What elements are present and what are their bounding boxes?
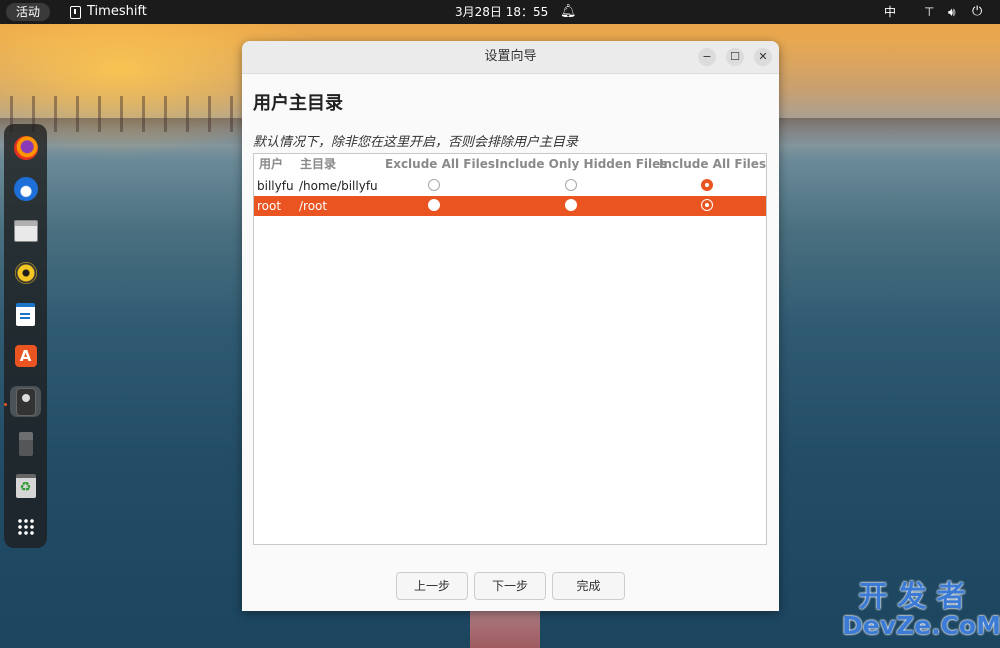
- table-header: 用户 主目录 Exclude All Files Include Only Hi…: [254, 154, 766, 175]
- close-button[interactable]: ✕: [754, 48, 772, 66]
- watermark-line2: DevZe.CoM: [842, 611, 1000, 640]
- app-menu[interactable]: Timeshift: [70, 0, 147, 24]
- dock-firefox[interactable]: [10, 132, 41, 163]
- app-center-icon: A: [14, 344, 37, 367]
- user-cell: root: [257, 199, 282, 213]
- dock-files[interactable]: [10, 215, 41, 246]
- thunderbird-icon: [13, 176, 38, 201]
- activities-button[interactable]: 活动: [6, 3, 51, 21]
- include-hidden-radio[interactable]: [565, 199, 577, 211]
- dock-rhythmbox[interactable]: [10, 257, 41, 288]
- finish-button[interactable]: 完成: [552, 572, 625, 600]
- show-apps-icon: [16, 517, 35, 536]
- user-cell: billyfu: [257, 179, 294, 193]
- volume-icon[interactable]: 🔊︎: [948, 0, 956, 24]
- column-header-exclude-all[interactable]: Exclude All Files: [385, 154, 495, 175]
- rhythmbox-icon: [14, 261, 37, 284]
- exclude-all-radio[interactable]: [428, 179, 440, 191]
- timeshift-icon: [15, 387, 36, 416]
- clock[interactable]: 3月28日 18：55: [455, 0, 548, 24]
- table-row[interactable]: billyfu /home/billyfu: [254, 176, 766, 196]
- usb-drive-icon: [18, 431, 33, 456]
- column-header-home[interactable]: 主目录: [300, 154, 336, 175]
- trash-icon: ♻: [15, 473, 36, 498]
- network-icon[interactable]: ⊤: [924, 0, 934, 24]
- dock: A ♻: [4, 124, 47, 548]
- dock-trash[interactable]: ♻: [10, 470, 41, 501]
- dock-usb-drive[interactable]: [10, 428, 41, 459]
- app-menu-label: Timeshift: [87, 4, 147, 19]
- home-cell: /home/billyfu: [299, 179, 378, 193]
- input-method-indicator[interactable]: 中: [884, 0, 896, 24]
- include-hidden-radio[interactable]: [565, 179, 577, 191]
- exclude-all-radio[interactable]: [428, 199, 440, 211]
- notification-bell-icon[interactable]: 🔔︎: [560, 0, 577, 24]
- column-header-include-all[interactable]: Include All Files: [659, 154, 766, 175]
- dock-libreoffice-writer[interactable]: [10, 299, 41, 330]
- next-button[interactable]: 下一步: [474, 572, 546, 600]
- firefox-icon: [13, 135, 38, 160]
- table-row-selected[interactable]: root /root: [254, 196, 766, 216]
- dock-show-apps[interactable]: [10, 511, 41, 542]
- dock-app-center[interactable]: A: [10, 340, 41, 371]
- dialog-titlebar[interactable]: 设置向导 − ☐ ✕: [242, 41, 779, 74]
- running-indicator: [4, 403, 7, 406]
- page-heading: 用户主目录: [253, 93, 343, 114]
- column-header-user[interactable]: 用户: [259, 154, 283, 175]
- libreoffice-writer-icon: [16, 303, 35, 326]
- dock-timeshift[interactable]: [10, 386, 41, 417]
- files-icon: [13, 219, 38, 242]
- include-all-radio[interactable]: [701, 199, 713, 211]
- watermark: 开发者 DevZe.CoM: [842, 579, 1000, 640]
- dock-thunderbird[interactable]: [10, 173, 41, 204]
- power-icon[interactable]: ⏻: [972, 0, 982, 24]
- page-description: 默认情况下，除非您在这里开启，否则会排除用户主目录: [253, 135, 579, 150]
- top-bar: 活动 Timeshift 3月28日 18：55 🔔︎ 中 ⊤ 🔊︎ ⏻: [0, 0, 1000, 24]
- timeshift-app-icon: [70, 5, 81, 19]
- minimize-button[interactable]: −: [698, 48, 716, 66]
- maximize-button[interactable]: ☐: [726, 48, 744, 66]
- setup-wizard-dialog: 设置向导 − ☐ ✕ 用户主目录 默认情况下，除非您在这里开启，否则会排除用户主…: [242, 41, 779, 611]
- home-directory-table: 用户 主目录 Exclude All Files Include Only Hi…: [253, 153, 767, 545]
- watermark-line1: 开发者: [858, 579, 976, 613]
- previous-button[interactable]: 上一步: [396, 572, 468, 600]
- home-cell: /root: [299, 199, 328, 213]
- column-header-include-hidden[interactable]: Include Only Hidden Files: [495, 154, 667, 175]
- include-all-radio[interactable]: [701, 179, 713, 191]
